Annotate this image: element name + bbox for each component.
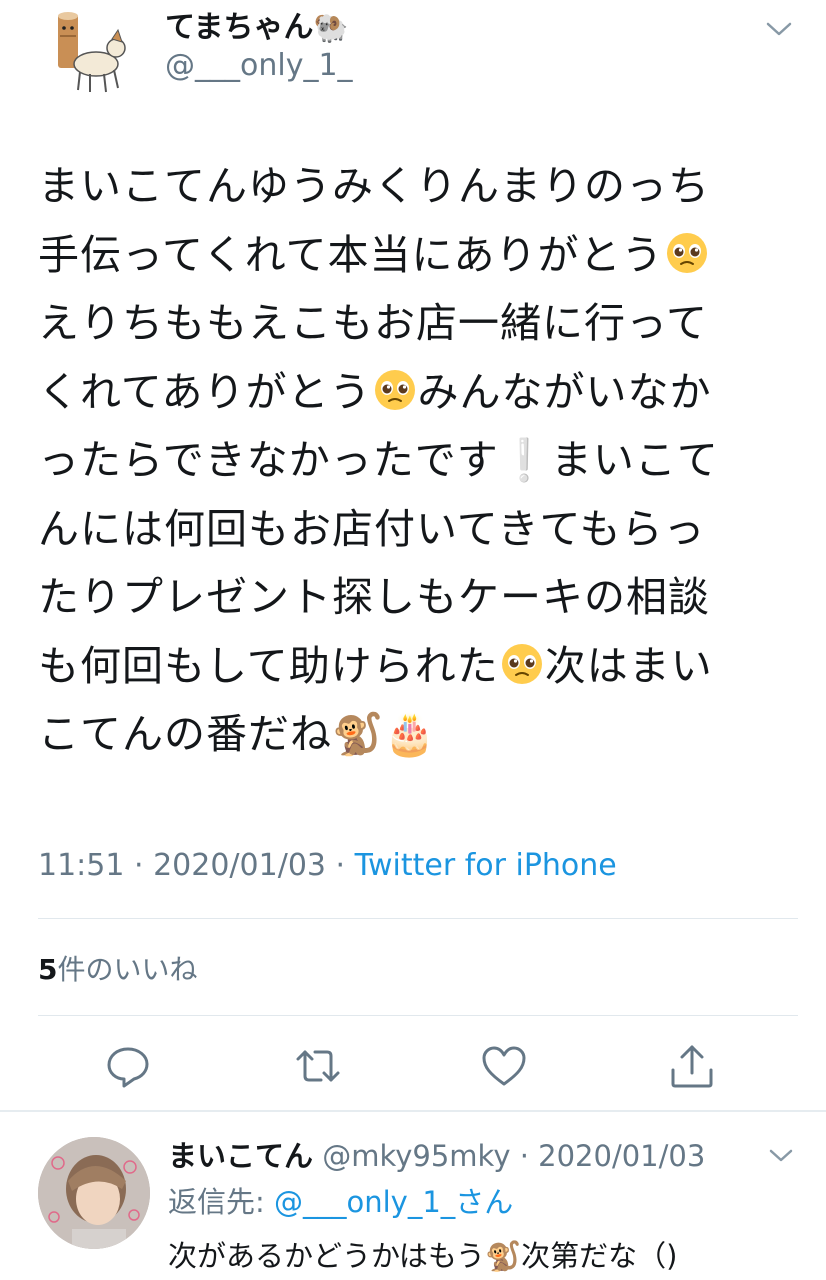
tweet-line: 手伝ってくれて本当にありがとう <box>38 221 798 290</box>
author-name[interactable]: てまちゃん🐏 <box>165 2 348 46</box>
monkey-emoji: 🐒 <box>332 710 385 758</box>
meta-separator: · <box>124 848 154 883</box>
replying-to: 返信先: @___only_1_さん <box>168 1179 513 1221</box>
tweet-time: 11:51 <box>38 848 125 883</box>
exclamation-emoji: ❕ <box>498 436 551 484</box>
reply-author-handle[interactable]: @mky95mky <box>322 1139 510 1173</box>
tweet-line: まいこてんゆうみくりんまりのっち <box>38 152 798 221</box>
tweet-line-text: こてんの番だね <box>38 710 332 758</box>
author-avatar[interactable] <box>38 6 130 98</box>
pleading-face-icon <box>501 643 542 684</box>
divider <box>38 918 798 919</box>
sheep-emoji: 🐏 <box>313 11 349 44</box>
tweet-line-text: えりちももえこもお店一緒に行って <box>38 299 708 347</box>
reply-text-part: 次第だな（) <box>521 1239 678 1273</box>
divider <box>0 1110 826 1112</box>
tweet-line-text: ったらできなかったです <box>38 436 499 484</box>
replying-to-label: 返信先: <box>168 1185 274 1219</box>
retweet-icon[interactable] <box>294 1042 342 1090</box>
tweet-date: 2020/01/03 <box>153 848 326 883</box>
tweet-line-text: んには何回もお店付いてきてもらっ <box>38 504 706 553</box>
birthday-cake-emoji: 🎂 <box>384 710 437 758</box>
tweet-line-text: 手伝ってくれて本当にありがとう <box>38 230 664 279</box>
reply-icon[interactable] <box>104 1042 152 1090</box>
divider <box>38 1015 798 1016</box>
replying-to-mention[interactable]: @___only_1_さん <box>274 1185 513 1219</box>
tweet-text: まいこてんゆうみくりんまりのっち 手伝ってくれて本当にありがとう えりちももえこ… <box>38 152 798 769</box>
tweet-line-text: も何回もして助けられた <box>38 641 499 690</box>
like-icon[interactable] <box>480 1042 528 1090</box>
tweet-line: たりプレゼント探しもケーキの相談 <box>38 563 798 632</box>
tweet-header: てまちゃん🐏 @___only_1_ <box>0 0 826 110</box>
tweet-source-link[interactable]: Twitter for iPhone <box>355 848 617 883</box>
tweet-line: んには何回もお店付いてきてもらっ <box>38 495 798 564</box>
reply-date: 2020/01/03 <box>538 1139 706 1173</box>
tweet-line-text: たりプレゼント探しもケーキの相談 <box>38 573 710 621</box>
chevron-down-icon[interactable] <box>764 18 794 40</box>
reply-text: 次があるかどうかはもう🐒次第だな（) <box>168 1233 677 1275</box>
tweet-line-text: まいこてんゆうみくりんまりのっち <box>38 162 710 210</box>
reply-tweet[interactable]: まいこてん @mky95mky · 2020/01/03 返信先: @___on… <box>0 1115 826 1280</box>
tweet-line: も何回もして助けられた 次はまい <box>38 632 798 701</box>
share-icon[interactable] <box>668 1042 716 1090</box>
chevron-down-icon[interactable] <box>768 1147 794 1165</box>
likes-label: 件のいいね <box>57 953 198 986</box>
tweet-line: くれてありがとう みんながいなか <box>38 358 798 427</box>
author-name-text[interactable]: てまちゃん <box>165 10 314 45</box>
pleading-face-icon <box>666 232 707 273</box>
tweet-line-text: まいこて <box>550 436 719 484</box>
reply-header: まいこてん @mky95mky · 2020/01/03 <box>168 1133 705 1175</box>
tweet-line-text: みんながいなか <box>417 367 712 416</box>
meta-separator: · <box>326 848 355 883</box>
tweet-line: こてんの番だね🐒🎂 <box>38 700 798 769</box>
reply-author-avatar[interactable] <box>38 1137 150 1249</box>
tweet-line-text: くれてありがとう <box>38 367 372 416</box>
tweet-line: えりちももえこもお店一緒に行って <box>38 289 798 358</box>
meta-separator: · <box>510 1139 539 1173</box>
likes-summary[interactable]: 5件のいいね <box>38 948 198 988</box>
monkey-emoji: 🐒 <box>484 1239 522 1273</box>
tweet-line-text: 次はまい <box>544 641 713 690</box>
tweet-line: ったらできなかったです❕まいこて <box>38 426 798 495</box>
reply-text-part: 次があるかどうかはもう <box>168 1239 485 1273</box>
pleading-face-icon <box>374 369 415 410</box>
likes-count: 5 <box>38 953 58 986</box>
tweet-meta: 11:51 · 2020/01/03 · Twitter for iPhone <box>38 848 617 883</box>
reply-author-name[interactable]: まいこてん <box>168 1139 313 1173</box>
author-handle[interactable]: @___only_1_ <box>165 48 353 83</box>
